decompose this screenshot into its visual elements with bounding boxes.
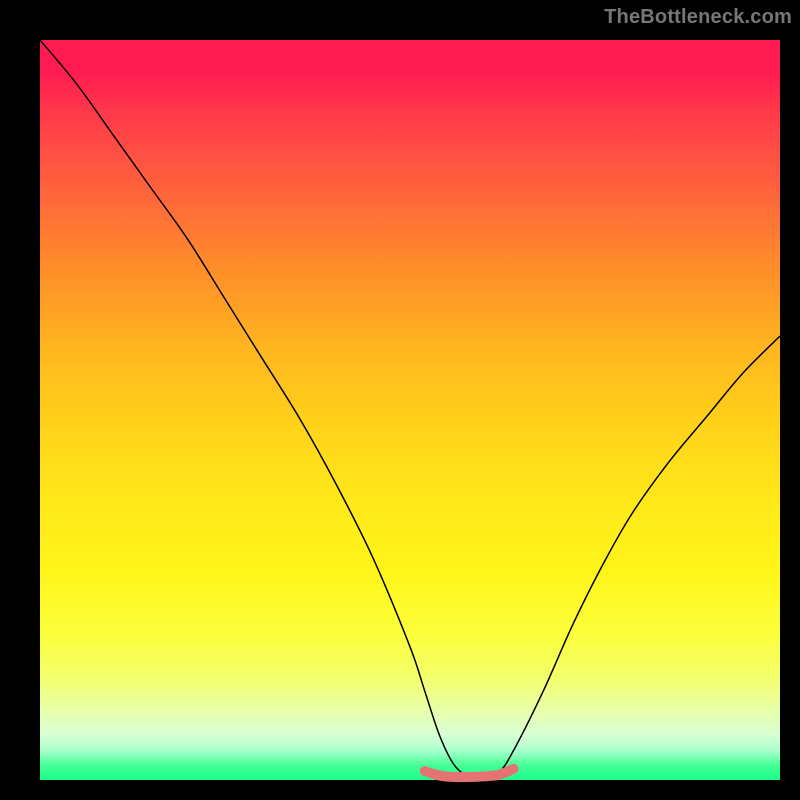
- watermark-text: TheBottleneck.com: [604, 6, 792, 29]
- optimal-band: [425, 769, 514, 777]
- chart-frame: TheBottleneck.com: [0, 0, 800, 800]
- bottleneck-curve: [40, 40, 780, 777]
- plot-area: [40, 40, 780, 780]
- chart-svg: [40, 40, 780, 780]
